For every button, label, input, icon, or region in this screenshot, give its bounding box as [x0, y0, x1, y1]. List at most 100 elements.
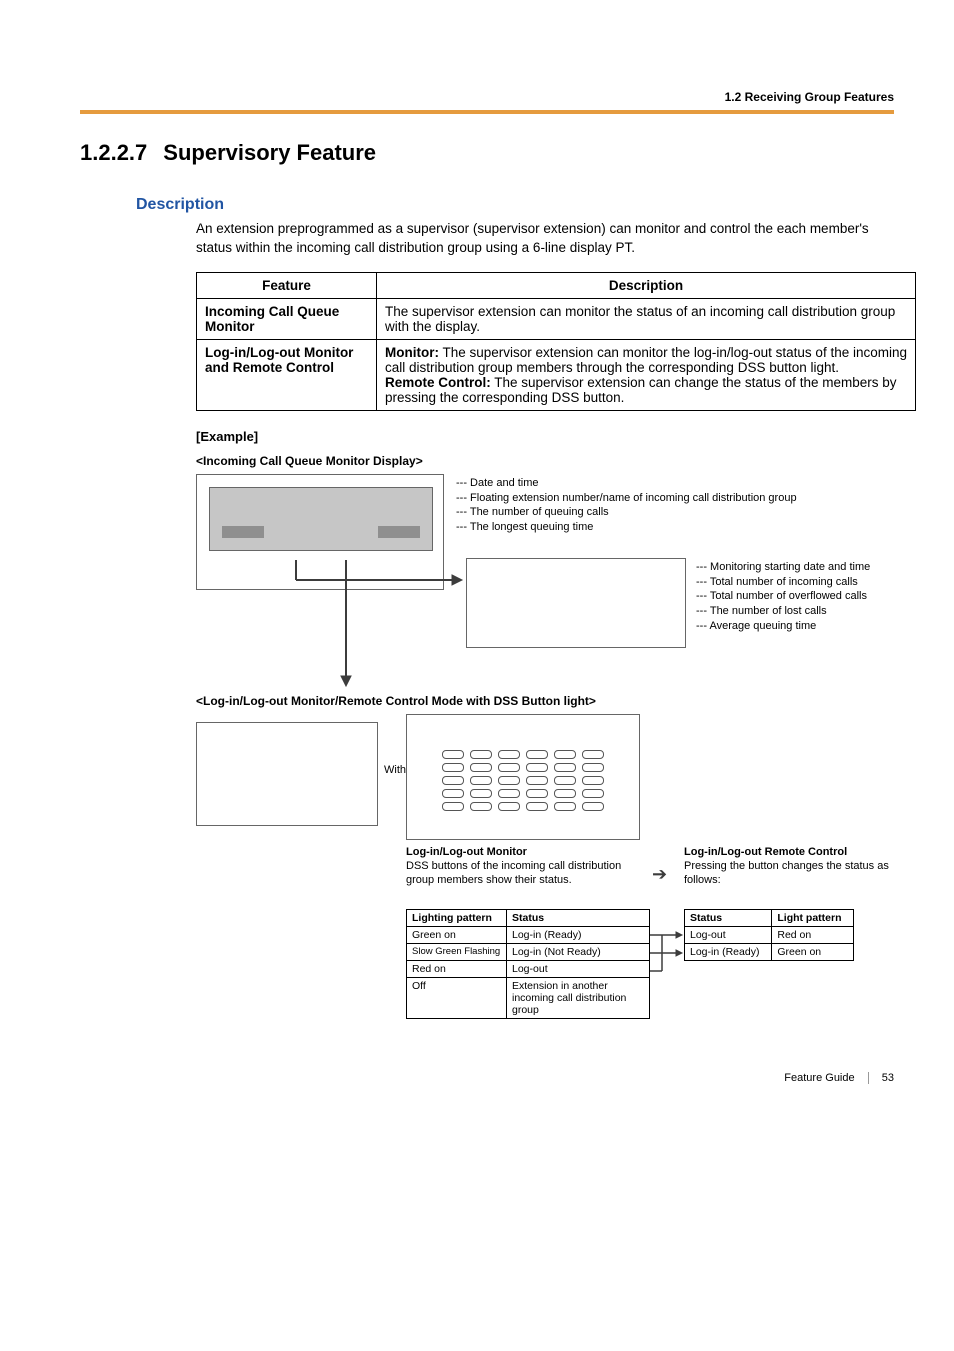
page-footer: Feature Guide 53: [784, 1072, 894, 1084]
remote-text: Pressing the button changes the status a…: [684, 860, 889, 886]
dss-button-icon: [442, 802, 464, 811]
diagram2-title: <Log-in/Log-out Monitor/Remote Control M…: [196, 694, 894, 708]
dss-button-icon: [582, 750, 604, 759]
table-row: Log-in (Ready)Green on: [685, 943, 854, 960]
dss-button-icon: [470, 789, 492, 798]
dss-button-icon: [582, 776, 604, 785]
dss-button-icon: [554, 789, 576, 798]
dss-button-icon: [582, 802, 604, 811]
remote-heading: Log-in/Log-out Remote Control: [684, 846, 847, 858]
dss-button-icon: [470, 776, 492, 785]
list-item: --- Floating extension number/name of in…: [456, 491, 797, 506]
dss-button-icon: [526, 776, 548, 785]
list-item: --- Total number of incoming calls: [696, 575, 870, 590]
list-item: --- The number of lost calls: [696, 604, 870, 619]
monitor-text: The supervisor extension can monitor the…: [385, 345, 907, 375]
section-number: 1.2.2.7: [80, 140, 147, 165]
dss-button-icon: [498, 776, 520, 785]
dss-button-icon: [554, 750, 576, 759]
dss-button-icon: [526, 789, 548, 798]
table-row: Log-in/Log-out Monitor and Remote Contro…: [197, 339, 916, 410]
light-pattern-table: Status Light pattern Log-outRed on Log-i…: [684, 909, 854, 961]
footer-guide: Feature Guide: [784, 1072, 854, 1084]
remote-label: Remote Control:: [385, 375, 491, 390]
dss-button-icon: [442, 776, 464, 785]
cell-feature: Log-in/Log-out Monitor and Remote Contro…: [197, 339, 377, 410]
dss-button-icon: [470, 763, 492, 772]
dss-button-icon: [554, 776, 576, 785]
dss-button-icon: [582, 763, 604, 772]
dss-button-icon: [442, 750, 464, 759]
description-paragraph: An extension preprogrammed as a supervis…: [196, 220, 894, 258]
dss-button-icon: [470, 802, 492, 811]
dss-button-grid: [442, 750, 627, 815]
lighting-pattern-table: Lighting pattern Status Green onLog-in (…: [406, 909, 650, 1019]
list-item: --- Monitoring starting date and time: [696, 560, 870, 575]
section-name: Supervisory Feature: [163, 140, 376, 165]
dss-button-icon: [442, 789, 464, 798]
diagram1-title: <Incoming Call Queue Monitor Display>: [196, 454, 894, 468]
cell-description: Monitor: The supervisor extension can mo…: [377, 339, 916, 410]
cell: Green on: [772, 943, 854, 960]
list-item: --- Date and time: [456, 476, 797, 491]
diagram-queue-monitor: --- Date and time --- Floating extension…: [196, 474, 916, 684]
example-label: [Example]: [196, 429, 894, 444]
cell: Log-out: [507, 960, 650, 977]
th-status: Status: [685, 909, 772, 926]
th-pattern: Light pattern: [772, 909, 854, 926]
dss-button-icon: [498, 763, 520, 772]
dss-button-icon: [498, 789, 520, 798]
table-row: Slow Green FlashingLog-in (Not Ready): [407, 943, 650, 960]
th-feature: Feature: [197, 272, 377, 298]
monitor-label: Monitor:: [385, 345, 439, 360]
dss-button-icon: [554, 763, 576, 772]
arrow-down-icon: [334, 558, 364, 688]
connector-lines-icon: [650, 927, 684, 987]
table-row: Incoming Call Queue Monitor The supervis…: [197, 298, 916, 339]
dss-button-icon: [442, 763, 464, 772]
table-row: OffExtension in another incoming call di…: [407, 977, 650, 1018]
list-item: --- The number of queuing calls: [456, 505, 797, 520]
monitor-description: Log-in/Log-out Monitor DSS buttons of th…: [406, 845, 636, 888]
dss-button-icon: [498, 802, 520, 811]
remote-description: Log-in/Log-out Remote Control Pressing t…: [684, 845, 914, 888]
display-line-list-left: --- Date and time --- Floating extension…: [456, 476, 797, 535]
section-title: 1.2.2.7 Supervisory Feature: [80, 140, 894, 166]
arrow-right-icon: ➔: [652, 864, 667, 885]
dss-button-icon: [526, 763, 548, 772]
dss-button-icon: [554, 802, 576, 811]
table-row: Log-outRed on: [685, 926, 854, 943]
detail-display-outline: [466, 558, 686, 648]
cell: Log-in (Ready): [685, 943, 772, 960]
cell: Red on: [407, 960, 507, 977]
cell: Extension in another incoming call distr…: [507, 977, 650, 1018]
table-row: Red onLog-out: [407, 960, 650, 977]
feature-table: Feature Description Incoming Call Queue …: [196, 272, 916, 411]
cell: Off: [407, 977, 507, 1018]
footer-page-number: 53: [882, 1072, 894, 1084]
display-screen: [209, 487, 433, 551]
description-heading: Description: [136, 196, 894, 214]
dss-button-icon: [470, 750, 492, 759]
display-line-list-right: --- Monitoring starting date and time --…: [696, 560, 870, 634]
dss-button-icon: [582, 789, 604, 798]
th-status: Status: [507, 909, 650, 926]
monitor-heading: Log-in/Log-out Monitor: [406, 846, 527, 858]
th-pattern: Lighting pattern: [407, 909, 507, 926]
list-item: --- The longest queuing time: [456, 520, 797, 535]
cell: Red on: [772, 926, 854, 943]
monitor-text: DSS buttons of the incoming call distrib…: [406, 860, 621, 886]
cell-description: The supervisor extension can monitor the…: [377, 298, 916, 339]
with-label: With: [384, 764, 406, 776]
cell-feature: Incoming Call Queue Monitor: [197, 298, 377, 339]
table-row: Green onLog-in (Ready): [407, 926, 650, 943]
header-rule: [80, 110, 894, 114]
cell: Slow Green Flashing: [407, 943, 507, 960]
footer-separator: [868, 1072, 869, 1084]
arrow-right-icon: [294, 558, 464, 603]
list-item: --- Total number of overflowed calls: [696, 589, 870, 604]
page-header: 1.2 Receiving Group Features: [80, 90, 894, 104]
th-description: Description: [377, 272, 916, 298]
diagram-remote-control: With Log-in/Log-out Monitor DSS buttons …: [196, 714, 916, 1054]
dss-button-icon: [526, 802, 548, 811]
